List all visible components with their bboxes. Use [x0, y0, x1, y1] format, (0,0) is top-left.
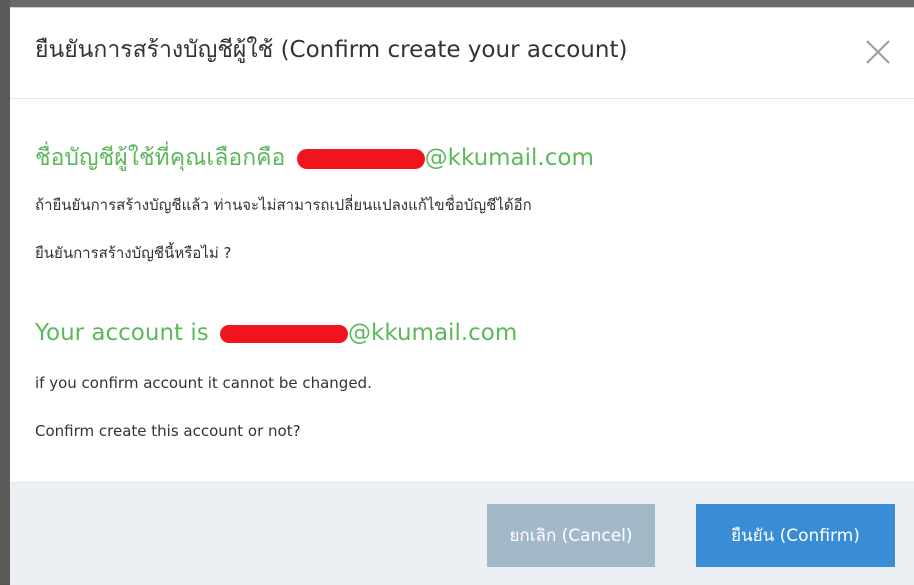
thai-email-suffix: @kkumail.com — [424, 145, 594, 171]
cancel-button[interactable]: ยกเลิก (Cancel) — [487, 504, 655, 567]
english-account-prefix: Your account is — [35, 320, 209, 346]
thai-account-line: ชื่อบัญชีผู้ใช้ที่คุณเลือกคือ @kkumail.c… — [35, 140, 594, 176]
redacted-username — [220, 324, 349, 343]
english-warning-text: if you confirm account it cannot be chan… — [35, 374, 372, 392]
thai-warning-text: ถ้ายืนยันการสร้างบัญชีแล้ว ท่านจะไม่สามา… — [35, 196, 532, 214]
english-email-suffix: @kkumail.com — [348, 320, 518, 346]
dialog-header: ยืนยันการสร้างบัญชีผู้ใช้ (Confirm creat… — [10, 8, 914, 99]
redacted-username — [296, 148, 425, 169]
confirm-button[interactable]: ยืนยัน (Confirm) — [696, 504, 895, 567]
thai-question-text: ยืนยันการสร้างบัญชีนี้หรือไม่ ? — [35, 244, 232, 262]
close-icon — [866, 40, 890, 64]
dialog-footer: ยกเลิก (Cancel) ยืนยัน (Confirm) — [10, 482, 914, 585]
backdrop-overlay — [0, 0, 10, 584]
thai-account-prefix: ชื่อบัญชีผู้ใช้ที่คุณเลือกคือ — [35, 145, 286, 171]
dialog-title: ยืนยันการสร้างบัญชีผู้ใช้ (Confirm creat… — [35, 37, 628, 63]
english-question-text: Confirm create this account or not? — [35, 422, 301, 440]
confirm-account-dialog: ยืนยันการสร้างบัญชีผู้ใช้ (Confirm creat… — [10, 7, 914, 585]
english-account-line: Your account is @kkumail.com — [35, 320, 517, 346]
close-button[interactable] — [863, 37, 893, 67]
dialog-body: ชื่อบัญชีผู้ใช้ที่คุณเลือกคือ @kkumail.c… — [10, 99, 914, 482]
